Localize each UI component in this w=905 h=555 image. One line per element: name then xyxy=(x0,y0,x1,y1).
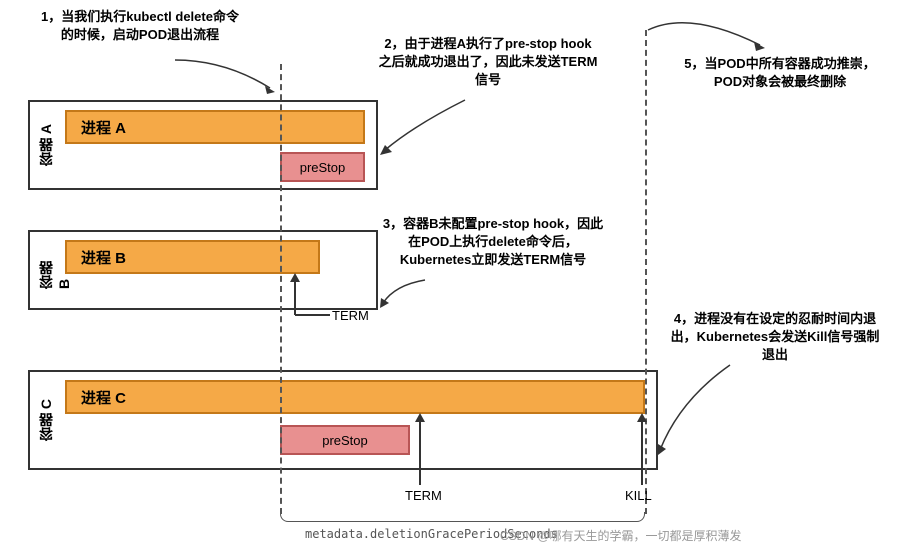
kill-label-c: KILL xyxy=(625,488,652,503)
arrow-4 xyxy=(650,360,740,460)
grace-period-bracket xyxy=(280,512,645,522)
term-label-c: TERM xyxy=(405,488,442,503)
annotation-4: 4，进程没有在设定的忍耐时间内退出，Kubernetes会发送Kill信号强制退… xyxy=(665,310,885,365)
arrow-1 xyxy=(165,50,285,100)
annotation-1: 1，当我们执行kubectl delete命令的时候，启动POD退出流程 xyxy=(40,8,240,44)
arrow-2 xyxy=(375,95,475,165)
term-label-b: TERM xyxy=(332,308,369,323)
prestop-c: preStop xyxy=(280,425,410,455)
dashed-end xyxy=(645,30,647,514)
prestop-a: preStop xyxy=(280,152,365,182)
watermark: CSDN @哪有天生的学霸，一切都是厚积薄发 xyxy=(500,527,742,544)
arrow-3 xyxy=(375,275,435,315)
annotation-5: 5，当POD中所有容器成功推崇，POD对象会被最终删除 xyxy=(680,55,880,91)
container-a-label: 容器 A xyxy=(36,124,56,166)
process-c-bar: 进程 C xyxy=(65,380,645,414)
dashed-start xyxy=(280,64,282,514)
container-c-label: 容器 C xyxy=(36,399,56,441)
annotation-3: 3，容器B未配置pre-stop hook，因此在POD上执行delete命令后… xyxy=(378,215,608,270)
process-a-bar: 进程 A xyxy=(65,110,365,144)
annotation-2: 2，由于进程A执行了pre-stop hook之后就成功退出了，因此未发送TER… xyxy=(378,35,598,90)
